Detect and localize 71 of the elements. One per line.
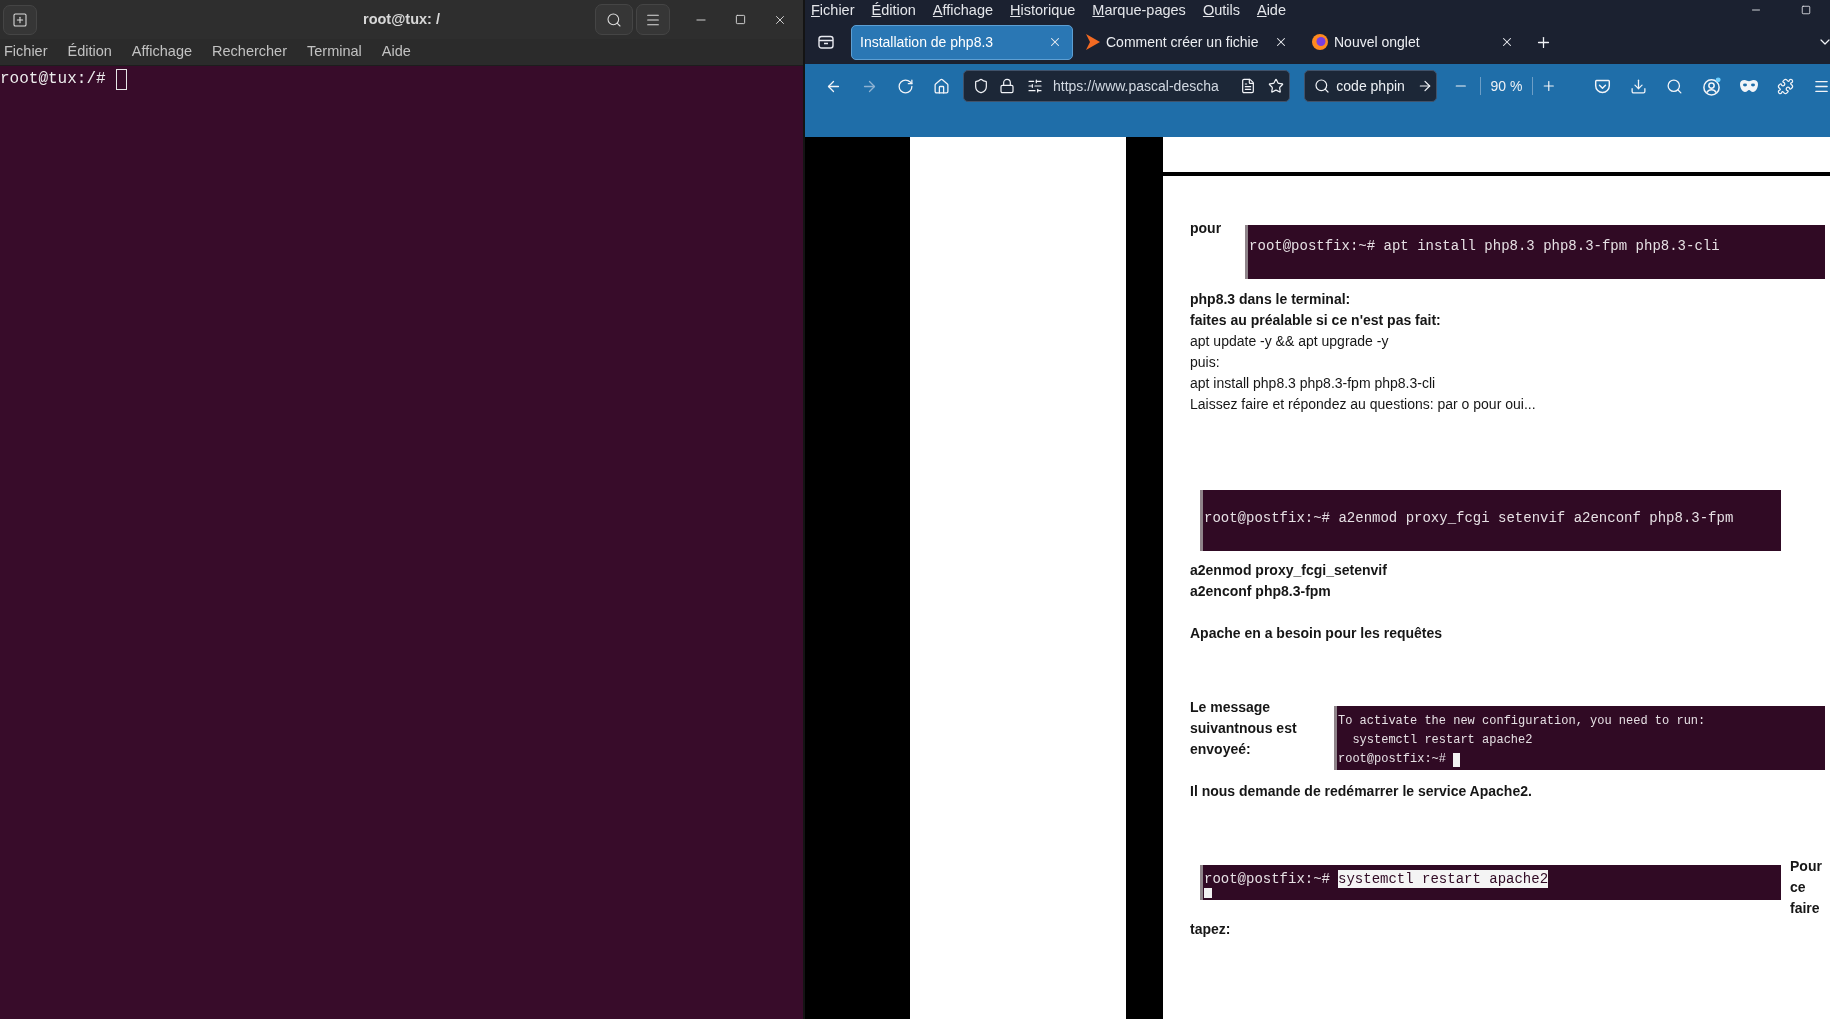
menu-item[interactable]: Édition: [871, 2, 916, 18]
sliders-icon[interactable]: [1027, 78, 1043, 94]
maximize-icon[interactable]: [1801, 5, 1811, 15]
terminal-text: root@postfix:~#: [1338, 751, 1447, 768]
article-text: Apache en a besoin pour les requêtes: [1190, 624, 1443, 643]
download-icon[interactable]: [1630, 77, 1647, 95]
document-icon[interactable]: [1240, 78, 1257, 94]
menu-item[interactable]: Aide: [381, 41, 411, 63]
article-text: apt update -y && apt upgrade -y: [1190, 332, 1389, 351]
star-icon[interactable]: [1268, 78, 1285, 94]
article-text: a2enconf php8.3-fpm: [1190, 582, 1331, 601]
selected-command: systemctl restart apache2: [1338, 870, 1549, 888]
menu-item[interactable]: Fichier: [811, 2, 855, 18]
account-icon[interactable]: [1702, 76, 1721, 96]
menu-button[interactable]: [636, 4, 670, 35]
menu-item[interactable]: Historique: [1010, 2, 1076, 18]
article-text: Il nous demande de redémarrer le service Apache2.: [1190, 782, 1532, 801]
search-button[interactable]: [595, 4, 633, 35]
terminal-text: root@postfix:~# apt install php8.3 php8.3-fpm php8.3-cli: [1249, 237, 1720, 255]
article-text: php8.3 dans le terminal:: [1190, 290, 1351, 309]
menu-item[interactable]: Rechercher: [212, 41, 287, 63]
menu-item[interactable]: Marque-pages: [1092, 2, 1186, 18]
search-icon: [606, 11, 622, 28]
maximize-icon[interactable]: [735, 14, 746, 25]
puzzle-icon[interactable]: [1777, 77, 1794, 95]
browser-tab[interactable]: Comment créer un fichie: [1077, 24, 1299, 60]
menu-item[interactable]: Affichage: [932, 2, 994, 18]
article-text: puis:: [1190, 353, 1220, 372]
browser-tab[interactable]: Installation de php8.3: [851, 24, 1073, 60]
square-plus-icon: [12, 11, 28, 28]
arrow-right-icon[interactable]: [1417, 78, 1433, 94]
zoom-level-button[interactable]: 90 %: [1490, 75, 1523, 97]
new-tab-button[interactable]: [3, 4, 37, 35]
search-icon: [1314, 78, 1331, 94]
lock-icon[interactable]: [999, 78, 1015, 94]
menu-item[interactable]: Édition: [67, 41, 112, 63]
article-text: apt install php8.3 php8.3-fpm php8.3-cli: [1190, 374, 1436, 393]
article-text: tapez:: [1190, 920, 1231, 939]
home-icon[interactable]: [932, 77, 950, 95]
caption-text: pour: [1190, 219, 1222, 238]
menu-item[interactable]: Outils: [1202, 2, 1240, 18]
caption-text: Pour ce faire: [1790, 857, 1823, 918]
address-bar[interactable]: https://www.pascal-descha: [963, 70, 1291, 102]
zoom-in-icon[interactable]: [1541, 78, 1557, 94]
menu-item[interactable]: Affichage: [131, 41, 193, 63]
article-text: Laissez faire et répondez au questions: par o pour oui...: [1190, 395, 1536, 414]
caption-text: Le message suivantnous est envoyeé:: [1190, 698, 1298, 759]
tray-icon[interactable]: [818, 34, 834, 50]
block-cursor-icon: [115, 68, 127, 90]
reload-icon[interactable]: [896, 77, 914, 95]
terminal-text: To activate the new configuration, you need to run:: [1338, 713, 1706, 730]
menu-item[interactable]: Fichier: [4, 41, 48, 63]
search-icon[interactable]: [1666, 77, 1683, 95]
pouch-icon[interactable]: [1594, 77, 1611, 95]
shield-icon[interactable]: [973, 78, 989, 94]
terminal-text: root@postfix:~#: [1204, 870, 1331, 888]
menu-item[interactable]: Aide: [1256, 2, 1286, 18]
browser-logo-icon: [1312, 34, 1328, 50]
search-field[interactable]: code phpin: [1304, 70, 1437, 102]
terminal-text: systemctl restart apache2: [1351, 732, 1533, 749]
close-icon[interactable]: [1500, 35, 1514, 49]
menu-item[interactable]: Terminal: [307, 41, 362, 63]
terminal-text: root@postfix:~# a2enmod proxy_fcgi setenvif a2enconf php8.3-fpm: [1204, 509, 1734, 527]
terminal-prompt: root@tux:/#: [0, 69, 106, 90]
chevron-logo-icon: [1086, 34, 1100, 50]
article-text: faites au préalable si ce n'est pas fait:: [1190, 311, 1441, 330]
browser-tab[interactable]: Nouvel onglet: [1303, 24, 1525, 60]
mask-icon[interactable]: [1740, 80, 1758, 92]
article-text: a2enmod proxy_fcgi_setenvif: [1190, 561, 1387, 580]
close-icon[interactable]: [1274, 35, 1288, 49]
window-title: root@tux: /: [363, 9, 440, 29]
